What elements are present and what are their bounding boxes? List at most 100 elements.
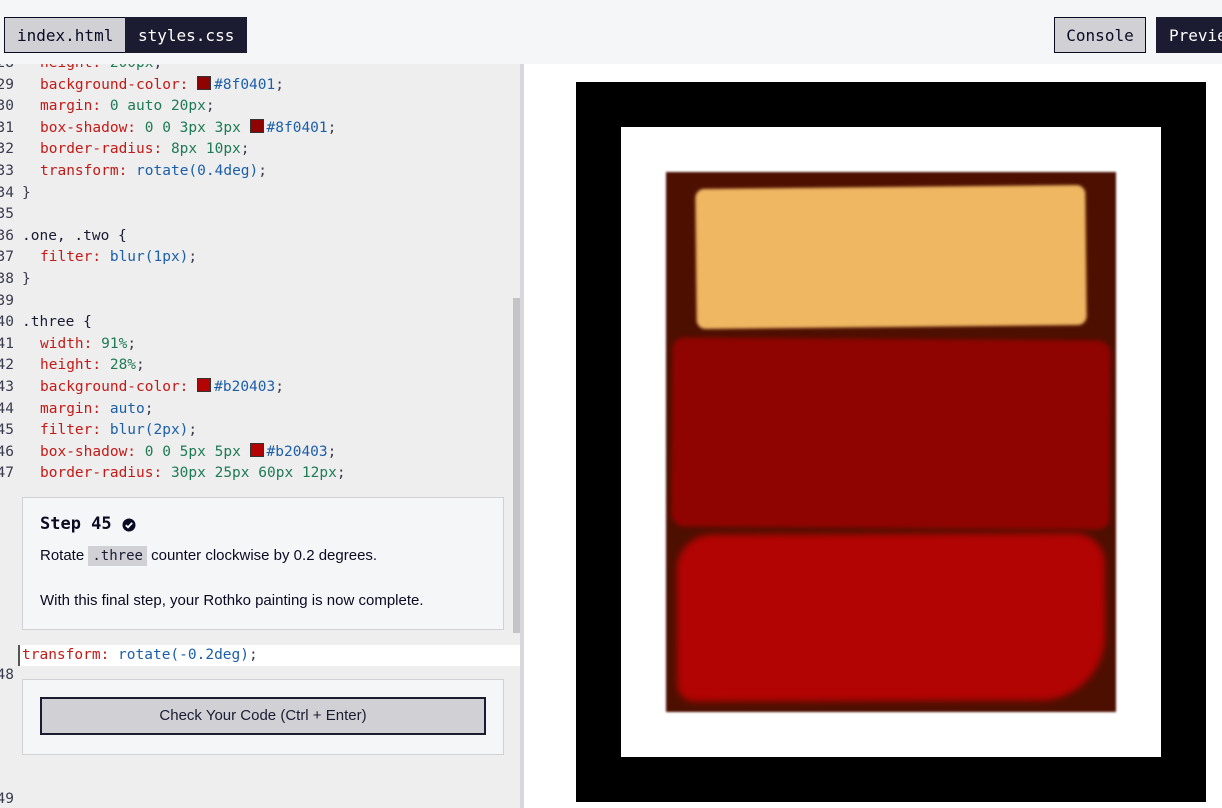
line-number: 32: [0, 141, 14, 158]
line-number: 47: [0, 465, 14, 482]
closing-brace: }: [22, 271, 31, 287]
css-punct: ;: [327, 443, 337, 460]
color-swatch-icon[interactable]: [249, 442, 264, 457]
css-property: margin:: [40, 98, 102, 115]
css-property: height:: [40, 64, 101, 71]
preview-button[interactable]: Preview: [1156, 17, 1222, 53]
closing-brace: }: [22, 184, 31, 201]
painting-canvas: [621, 127, 1161, 757]
code-editor[interactable]: 28 height: 200px; 29 background-color: #8f0…: [0, 64, 520, 808]
css-punct: ;: [275, 76, 284, 93]
css-property: transform:: [40, 163, 128, 179]
edit-line-code[interactable]: transform: rotate(-0.2deg);: [22, 645, 258, 666]
css-selector: .one, .two {: [22, 227, 127, 244]
line-number: 33: [0, 163, 14, 179]
rothko-painting: [666, 172, 1116, 712]
code-text: }: [22, 269, 31, 290]
code-text: .one, .two {: [22, 226, 127, 247]
css-value: #8f0401: [266, 119, 328, 136]
check-circle-icon: [122, 518, 136, 532]
css-value: #b20403: [266, 443, 328, 460]
closing-line[interactable]: 49 }: [0, 768, 35, 807]
tab-styles-css[interactable]: styles.css: [125, 17, 247, 53]
rectangle-two: [674, 340, 1108, 527]
css-value: 28%: [109, 357, 137, 374]
css-value: #b20403: [214, 379, 276, 395]
color-swatch-icon[interactable]: [197, 75, 212, 90]
code-text: filter: blur(2px);: [40, 420, 197, 441]
color-swatch-icon[interactable]: [249, 118, 264, 133]
css-punct: ;: [154, 64, 163, 71]
css-value: blur(1px): [109, 249, 189, 266]
css-value: 8px 10px: [170, 141, 241, 158]
css-property: width:: [40, 335, 93, 352]
css-property: box-shadow:: [40, 119, 137, 136]
code-text: transform: rotate(0.4deg);: [40, 161, 267, 182]
css-value: 91%: [101, 335, 128, 352]
preview-pane: [524, 64, 1222, 808]
code-text: height: 200px;: [40, 64, 162, 74]
line-number: 37: [0, 249, 14, 266]
line-number: 35: [0, 206, 14, 223]
edit-punct: ;: [249, 647, 258, 663]
css-property: margin:: [40, 400, 102, 417]
line-number: 28: [0, 64, 14, 74]
step-title: Step 45: [40, 514, 112, 534]
rectangle-one: [695, 184, 1087, 330]
line-number: 40: [0, 314, 14, 331]
step-description: Rotate .three counter clockwise by 0.2 d…: [40, 546, 378, 566]
css-property: filter:: [40, 422, 102, 439]
css-punct: ;: [188, 422, 198, 439]
line-number: 42: [0, 357, 14, 374]
check-code-button[interactable]: Check Your Code (Ctrl + Enter): [40, 697, 486, 735]
css-selector: .three {: [22, 314, 92, 331]
line-number: 45: [0, 422, 14, 439]
css-value: 0 0 3px 3px: [144, 119, 241, 136]
code-text: box-shadow: 0 0 5px 5px #b20403;: [40, 442, 336, 463]
line-number: 38: [0, 271, 14, 287]
code-text: height: 28%;: [40, 355, 145, 376]
line-number: 49: [0, 791, 14, 807]
code-text: .three {: [22, 312, 92, 333]
line-number: 36: [0, 227, 14, 244]
css-value: #8f0401: [214, 76, 276, 93]
css-punct: ;: [240, 141, 250, 158]
code-text: border-radius: 8px 10px;: [40, 139, 250, 160]
code-text: width: 91%;: [40, 334, 136, 355]
editor-tab-bar: index.html styles.css Console Preview: [0, 0, 1222, 65]
code-text: box-shadow: 0 0 3px 3px #8f0401;: [40, 118, 336, 139]
step-inline-code: .three: [88, 546, 147, 566]
css-punct: ;: [136, 357, 145, 374]
css-punct: ;: [275, 379, 284, 395]
line-number: 34: [0, 184, 14, 201]
code-text: border-radius: 30px 25px 60px 12px;: [40, 463, 346, 484]
edit-prop: transform:: [22, 647, 110, 663]
css-value: auto: [109, 400, 145, 417]
css-punct: ;: [144, 400, 154, 417]
css-property: height:: [40, 357, 102, 374]
code-text: background-color: #b20403;: [40, 377, 284, 398]
step-text-post: counter clockwise by 0.2 degrees.: [151, 547, 378, 564]
color-swatch-icon[interactable]: [197, 378, 212, 392]
code-text: background-color: #8f0401;: [40, 75, 284, 96]
code-text: filter: blur(1px);: [40, 247, 197, 268]
line-number: 29: [0, 76, 14, 93]
line-number: 31: [0, 119, 14, 136]
editor-scrollbar[interactable]: [513, 298, 520, 633]
editable-code-line[interactable]: transform: rotate(-0.2deg);: [18, 645, 520, 666]
css-punct: ;: [188, 249, 198, 266]
painting-frame: [576, 82, 1206, 802]
check-code-panel: Check Your Code (Ctrl + Enter): [22, 679, 504, 755]
tab-index-html[interactable]: index.html: [4, 17, 126, 53]
edit-value: rotate(-0.2deg): [118, 647, 249, 663]
line-number: 30: [0, 98, 14, 115]
css-punct: ;: [127, 335, 137, 352]
rectangle-three: [681, 538, 1101, 697]
css-property: background-color:: [40, 76, 189, 93]
console-button[interactable]: Console: [1054, 17, 1146, 53]
code-text: margin: auto;: [40, 399, 154, 420]
css-punct: ;: [327, 119, 337, 136]
css-property: filter:: [40, 249, 102, 266]
css-property: box-shadow:: [40, 443, 137, 460]
line-number: 44: [0, 400, 14, 417]
